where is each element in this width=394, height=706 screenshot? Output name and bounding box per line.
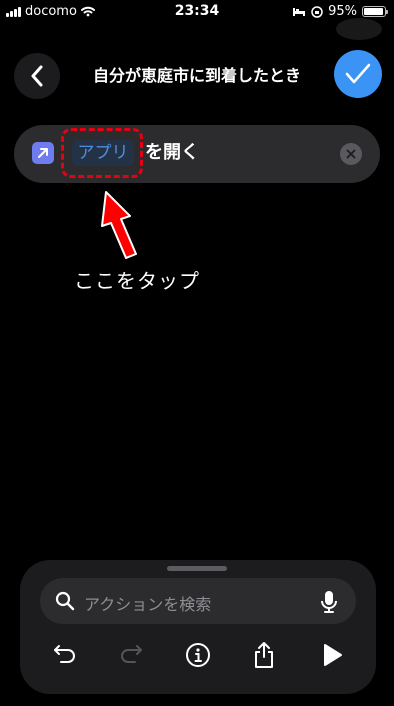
search-placeholder[interactable]: アクションを検索 [84, 591, 211, 615]
page-title: 自分が恵庭市に到着したとき [92, 66, 301, 85]
battery-label: 95% [328, 4, 357, 19]
status-bar: docomo 23:34 95% [0, 0, 394, 24]
search-icon [55, 591, 75, 611]
undo-button[interactable] [50, 640, 80, 670]
bed-icon [293, 8, 306, 16]
checkmark-icon [345, 63, 371, 84]
clear-button[interactable] [340, 143, 362, 165]
back-button[interactable] [14, 53, 60, 99]
action-text: を開く [145, 142, 199, 163]
done-button-shadow [336, 18, 382, 40]
done-button[interactable] [334, 50, 382, 98]
annotation-arrow [101, 191, 137, 259]
info-button[interactable] [183, 640, 213, 670]
run-button[interactable] [317, 640, 347, 670]
clear-icon [346, 149, 356, 159]
orientation-lock-icon [311, 5, 323, 18]
info-icon [186, 643, 210, 667]
mic-icon[interactable] [320, 590, 338, 614]
panel-grabber[interactable] [167, 566, 227, 571]
arrow-up-right-icon [38, 148, 48, 158]
play-icon [324, 644, 342, 666]
share-button[interactable] [249, 640, 279, 670]
chevron-left-icon [31, 65, 43, 87]
redo-button[interactable] [116, 640, 146, 670]
status-right: 95% [292, 4, 388, 19]
highlight-box [61, 128, 143, 178]
undo-icon [54, 645, 75, 663]
share-icon [255, 642, 273, 668]
open-app-action-icon [32, 142, 54, 164]
annotation-text: ここをタップ [74, 269, 200, 293]
redo-icon [121, 645, 142, 663]
battery-icon [362, 6, 388, 17]
